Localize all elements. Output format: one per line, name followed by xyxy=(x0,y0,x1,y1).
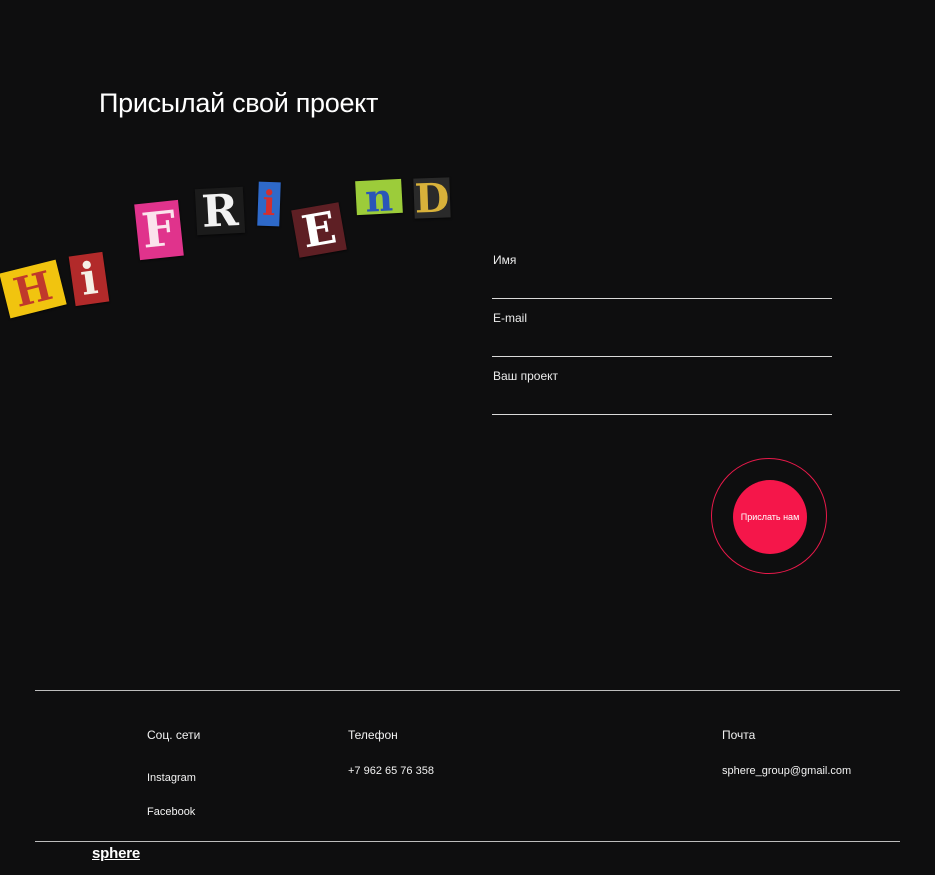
email-heading: Почта xyxy=(722,728,756,742)
artwork-letter: R xyxy=(194,185,246,237)
artwork-letter: i xyxy=(257,181,281,227)
artwork-letter: F xyxy=(134,199,184,261)
artwork-letter: E xyxy=(291,202,347,258)
footer-bottom-divider xyxy=(35,841,900,842)
email-link[interactable]: sphere_group@gmail.com xyxy=(722,765,851,777)
artwork-letter: D xyxy=(413,173,451,223)
artwork-letter: H xyxy=(0,259,67,319)
page-title: Присылай свой проект xyxy=(99,88,379,118)
email-field-wrapper: E-mail xyxy=(492,310,836,357)
phone-link[interactable]: +7 962 65 76 358 xyxy=(348,765,434,777)
social-heading: Соц. сети xyxy=(147,728,201,742)
artwork-letter: n xyxy=(355,174,403,220)
phone-heading: Телефон xyxy=(348,728,398,742)
facebook-link[interactable]: Facebook xyxy=(147,806,195,818)
logo[interactable]: sphere xyxy=(92,845,140,862)
footer-top-divider xyxy=(35,690,900,691)
email-label: E-mail xyxy=(493,311,528,325)
artwork-letter: i xyxy=(68,251,110,307)
submit-button[interactable]: Прислать нам xyxy=(733,480,807,554)
project-input[interactable] xyxy=(492,388,836,412)
project-label: Ваш проект xyxy=(493,369,559,383)
name-field-wrapper: Имя xyxy=(492,252,836,299)
name-input[interactable] xyxy=(492,272,836,296)
name-label: Имя xyxy=(493,253,517,267)
instagram-link[interactable]: Instagram xyxy=(147,772,196,784)
email-input[interactable] xyxy=(492,330,836,354)
project-field-wrapper: Ваш проект xyxy=(492,368,836,415)
